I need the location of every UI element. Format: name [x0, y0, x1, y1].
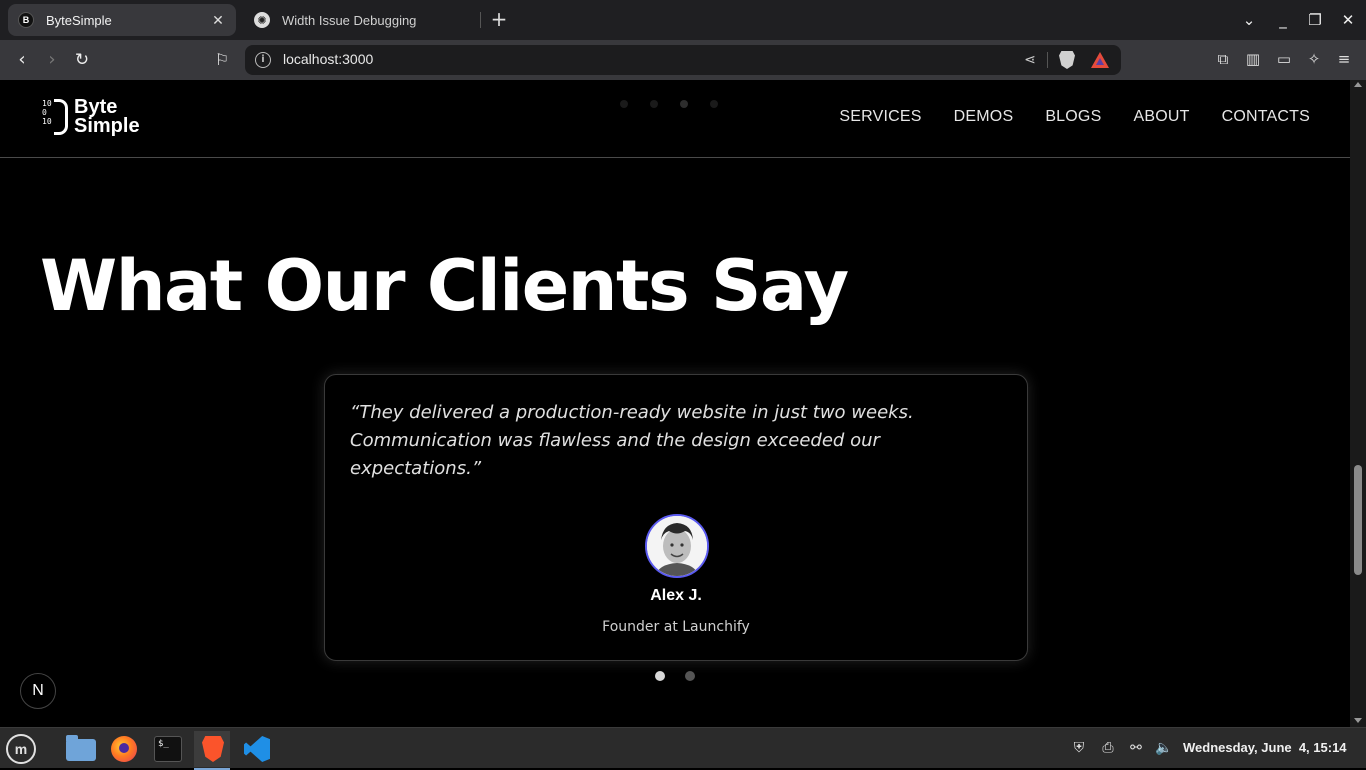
testimonial-quote: “They delivered a production-ready websi… [350, 402, 914, 479]
page-viewport: 10 0 10 Byte Simple SERVICES DEMOS BLOGS… [0, 80, 1350, 727]
tab-search-chevron-icon[interactable]: ⌄ [1237, 8, 1261, 32]
scroll-down-arrow-icon[interactable] [1354, 718, 1362, 723]
bytesimple-favicon-icon: B [18, 12, 34, 28]
brave-rewards-icon[interactable] [1091, 52, 1109, 68]
close-window-icon[interactable]: ✕ [1336, 8, 1360, 32]
reload-icon[interactable]: ↻ [70, 48, 94, 72]
testimonial-pagination [655, 671, 695, 681]
brave-shields-icon[interactable] [1059, 51, 1075, 69]
address-bar[interactable]: i localhost:3000 ⋖ [245, 45, 1121, 75]
minimize-window-icon[interactable]: _ [1271, 8, 1295, 32]
carousel-dot-1[interactable] [655, 671, 665, 681]
tab-title: Width Issue Debugging [282, 12, 417, 28]
scroll-up-arrow-icon[interactable] [1354, 82, 1362, 87]
faded-dot [650, 100, 658, 108]
scrollbar-thumb[interactable] [1354, 465, 1362, 575]
leo-ai-icon[interactable]: ✧ [1303, 48, 1325, 70]
client-role: Founder at Launchify [602, 619, 750, 635]
faded-dot [680, 100, 688, 108]
mint-menu-icon[interactable]: m [6, 734, 36, 764]
os-taskbar: m $_ ⛨ ⎙ ⚯ 🔈 Wednesday, June 4, 15:14 [0, 727, 1366, 770]
nav-link-blogs[interactable]: BLOGS [1045, 108, 1101, 126]
site-nav: SERVICES DEMOS BLOGS ABOUT CONTACTS [839, 108, 1310, 126]
tab-divider [480, 12, 481, 28]
browser-tab-strip: B ByteSimple ✕ ✺ Width Issue Debugging +… [0, 0, 1366, 40]
address-text[interactable]: localhost:3000 [283, 51, 373, 67]
share-icon[interactable]: ⋖ [1021, 51, 1039, 69]
testimonial-card: “They delivered a production-ready websi… [324, 374, 1028, 661]
maximize-window-icon[interactable]: ❐ [1303, 8, 1327, 32]
client-avatar [645, 514, 709, 578]
nav-link-services[interactable]: SERVICES [839, 108, 921, 126]
bytesimple-logo[interactable]: 10 0 10 Byte Simple [42, 96, 140, 137]
faded-dot [710, 100, 718, 108]
client-name: Alex J. [650, 587, 702, 604]
forward-arrow-icon[interactable]: › [40, 48, 64, 72]
new-tab-button[interactable]: + [488, 8, 510, 30]
firefox-icon[interactable] [106, 731, 142, 767]
testimonials-heading: What Our Clients Say [40, 245, 849, 327]
file-manager-icon[interactable] [64, 731, 100, 767]
nav-link-demos[interactable]: DEMOS [954, 108, 1014, 126]
nav-link-contacts[interactable]: CONTACTS [1222, 108, 1310, 126]
menu-hamburger-icon[interactable]: ≡ [1333, 48, 1355, 70]
sidebar-icon[interactable]: ▥ [1242, 48, 1264, 70]
taskbar-clock[interactable]: Wednesday, June 4, 15:14 [1183, 740, 1347, 755]
nextjs-dev-indicator-icon[interactable]: N [20, 673, 56, 709]
tab-width-issue-debugging[interactable]: ✺ Width Issue Debugging [244, 4, 476, 36]
back-arrow-icon[interactable]: ‹ [10, 48, 34, 72]
faded-dot [620, 100, 628, 108]
wallet-icon[interactable]: ▭ [1273, 48, 1295, 70]
background-carousel-dots [620, 100, 718, 108]
shield-update-icon[interactable]: ⛨ [1070, 739, 1088, 757]
page-scrollbar[interactable] [1350, 80, 1366, 727]
printer-icon[interactable]: ⎙ [1099, 739, 1117, 757]
vscode-icon[interactable] [238, 731, 274, 767]
logo-bits: 10 0 10 [42, 99, 52, 126]
carousel-dot-2[interactable] [685, 671, 695, 681]
network-icon[interactable]: ⚯ [1127, 739, 1145, 757]
address-divider [1047, 52, 1048, 68]
terminal-icon[interactable]: $_ [150, 731, 186, 767]
site-info-icon[interactable]: i [255, 52, 271, 68]
volume-icon[interactable]: 🔈 [1155, 739, 1173, 757]
extensions-icon[interactable]: ⧉ [1212, 48, 1234, 70]
bookmark-icon[interactable]: ⚐ [210, 48, 234, 72]
chatgpt-favicon-icon: ✺ [254, 12, 270, 28]
logo-mark-icon: 10 0 10 [42, 99, 68, 135]
site-header: 10 0 10 Byte Simple SERVICES DEMOS BLOGS… [0, 80, 1350, 158]
close-tab-icon[interactable]: ✕ [210, 12, 226, 29]
tab-title: ByteSimple [46, 12, 112, 28]
brave-browser-icon[interactable] [194, 731, 230, 770]
nav-link-about[interactable]: ABOUT [1133, 108, 1189, 126]
tab-bytesimple[interactable]: B ByteSimple ✕ [8, 4, 236, 36]
logo-wordmark: Byte Simple [74, 96, 140, 137]
